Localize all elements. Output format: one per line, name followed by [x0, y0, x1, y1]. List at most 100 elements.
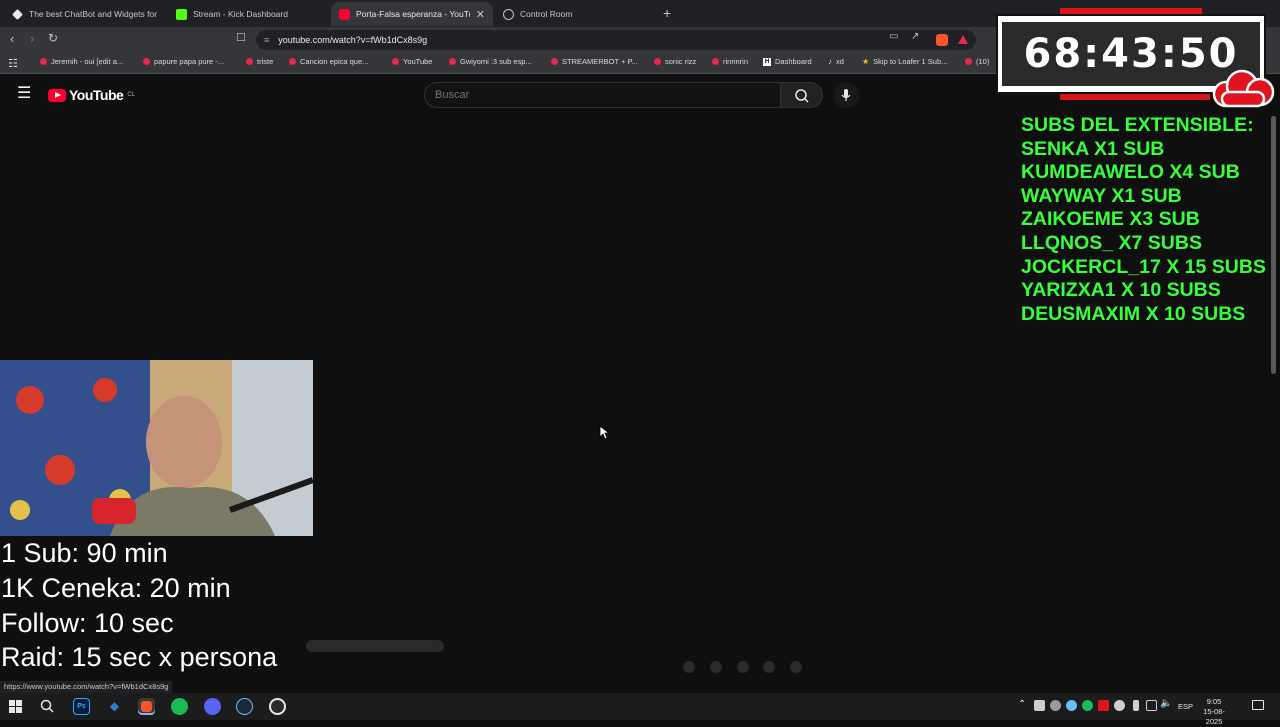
bookmark-label: rinrinrin [723, 57, 749, 66]
reload-icon[interactable]: ↻ [48, 31, 58, 45]
youtube-logo-text: YouTube [69, 87, 124, 103]
steam-icon[interactable] [236, 698, 253, 715]
pagination-dot[interactable] [790, 661, 802, 673]
discord-icon[interactable] [204, 698, 221, 715]
tab-youtube-active[interactable]: Porta-Falsa esperanza - YouTube ✕ [331, 2, 493, 26]
youtube-icon [40, 58, 47, 65]
subs-list-overlay: SUBS DEL EXTENSIBLE: SENKA X1 SUB KUMDEA… [1021, 114, 1280, 326]
close-tab-icon[interactable]: ✕ [476, 8, 485, 21]
tray-app-icon[interactable] [1050, 700, 1061, 711]
kick-icon [176, 8, 187, 20]
bookmark-item[interactable]: rinrinrin [712, 57, 748, 66]
tiktok-icon: ♪ [828, 57, 832, 66]
youtube-icon [289, 58, 296, 65]
hamburger-menu-icon[interactable]: ☰ [17, 86, 31, 102]
search-icon[interactable] [40, 699, 55, 714]
cast-icon[interactable]: ▭ [889, 31, 898, 42]
brave-shield-icon[interactable] [936, 34, 948, 46]
bookmark-label: Gwiyomi :3 sub esp... [460, 57, 532, 66]
bookmark-item[interactable]: sonic rizz [654, 57, 696, 66]
tray-app-icon[interactable] [1114, 700, 1125, 711]
webcam-feed [0, 360, 313, 536]
back-icon[interactable]: ‹ [10, 31, 14, 46]
pagination-dot[interactable] [737, 661, 749, 673]
brave-browser-icon[interactable] [138, 698, 155, 715]
search-input[interactable] [424, 82, 781, 108]
volume-icon[interactable]: 🔈 [1160, 698, 1172, 709]
bookmark-item[interactable]: Cancion epica que... [289, 57, 368, 66]
spotify-tray-icon[interactable] [1082, 700, 1093, 711]
rate-line: Raid: 15 sec x persona [1, 642, 278, 673]
new-tab-button[interactable]: + [663, 5, 671, 21]
bookmark-label: STREAMERBOT + P... [562, 57, 638, 66]
subs-list-title: SUBS DEL EXTENSIBLE: [1021, 114, 1254, 136]
bookmark-item[interactable]: ★ Skip to Loafer 1 Sub... [862, 57, 947, 66]
forward-icon[interactable]: › [30, 31, 34, 46]
tab-kick-dashboard[interactable]: Stream - Kick Dashboard [168, 2, 330, 26]
subs-list-item: WAYWAY X1 SUB [1021, 184, 1182, 207]
bookmark-item[interactable]: Gwiyomi :3 sub esp... [449, 57, 532, 66]
tab-control-room[interactable]: Control Room [495, 2, 657, 26]
youtube-icon [143, 58, 150, 65]
obs-studio-icon[interactable] [269, 698, 286, 715]
subs-list-item: ZAIKOEME X3 SUB [1021, 208, 1200, 231]
notification-icon[interactable] [1252, 700, 1264, 710]
bookmark-label: Dashboard [775, 57, 812, 66]
bookmark-item[interactable]: YouTube [392, 57, 432, 66]
bookmark-label: YouTube [403, 57, 433, 66]
bookmark-item[interactable]: (10) [965, 57, 989, 66]
apps-grid-icon[interactable]: ☷ [8, 57, 18, 70]
microphone-icon [841, 89, 851, 101]
tray-app-icon[interactable] [1098, 700, 1109, 711]
site-info-icon[interactable]: ≡ [264, 35, 269, 45]
youtube-logo[interactable]: YouTube CL [48, 87, 135, 103]
subathon-rates: 1 Sub: 90 min 1K Ceneka: 20 min Follow: … [1, 536, 306, 675]
steam-tray-icon[interactable] [1066, 700, 1077, 711]
microphone-tray-icon[interactable] [1133, 700, 1139, 711]
tab-chatbot[interactable]: The best ChatBot and Widgets for Ki [4, 2, 166, 26]
pagination-dot[interactable] [710, 661, 722, 673]
youtube-icon [392, 58, 399, 65]
pagination-dot[interactable] [683, 661, 695, 673]
photoshop-icon[interactable]: Ps [73, 698, 90, 715]
diamond-icon [12, 8, 23, 20]
app-diamond-icon[interactable]: ◆ [106, 698, 123, 715]
subs-list-item: JOCKERCL_17 X 15 SUBS [1021, 255, 1266, 278]
taskbar-clock[interactable]: 9:05 15-08-2025 [1196, 697, 1232, 727]
address-bar[interactable]: ≡ youtube.com/watch?v=fWb1dCx8s9g [256, 30, 976, 50]
tab-title: Control Room [520, 9, 573, 19]
youtube-icon [449, 58, 456, 65]
spotify-icon[interactable] [171, 698, 188, 715]
youtube-icon [551, 58, 558, 65]
bookmark-star-icon[interactable]: ☐ [236, 31, 246, 44]
network-icon[interactable] [1146, 700, 1157, 711]
clock-date: 15-08-2025 [1203, 707, 1225, 726]
voice-search-button[interactable] [833, 82, 859, 108]
tab-title: The best ChatBot and Widgets for Ki [29, 9, 158, 19]
bookmark-item[interactable]: STREAMERBOT + P... [551, 57, 638, 66]
bookmark-item[interactable]: Jeremih - oui [edit a... [40, 57, 123, 66]
rewards-icon[interactable] [958, 35, 968, 44]
rate-line: 1K Ceneka: 20 min [1, 572, 231, 603]
bookmark-item[interactable]: papure papa pure -... [143, 57, 224, 66]
subs-list-item: KUMDEAWELO X4 SUB [1021, 161, 1240, 184]
country-code: CL [127, 92, 135, 98]
windows-start-icon[interactable] [9, 700, 22, 713]
bookmark-label: Jeremih - oui [edit a... [51, 57, 124, 66]
bookmark-item[interactable]: ♪ xd [828, 57, 844, 66]
search-icon [795, 89, 809, 103]
subs-list-item: YARIZXA1 X 10 SUBS [1021, 279, 1221, 302]
timer-value: 68:43:50 [1023, 31, 1239, 77]
timer-bottom-band [1060, 94, 1210, 100]
share-icon[interactable]: ↗ [911, 31, 919, 42]
chevron-up-icon[interactable]: ⌃ [1018, 699, 1026, 710]
bookmark-item[interactable]: H Dashboard [763, 57, 812, 66]
bookmark-item[interactable]: triste [246, 57, 273, 66]
pagination-dot[interactable] [763, 661, 775, 673]
search-button[interactable] [781, 82, 823, 108]
windows-taskbar: Ps ◆ ⌃ 🔈 ESP 9:05 15-08-2025 [0, 693, 1280, 726]
youtube-icon [654, 58, 661, 65]
tray-app-icon[interactable] [1034, 700, 1045, 711]
status-bar-url: https://www.youtube.com/watch?v=fWb1dCx8… [0, 681, 173, 693]
language-indicator[interactable]: ESP [1178, 702, 1193, 711]
